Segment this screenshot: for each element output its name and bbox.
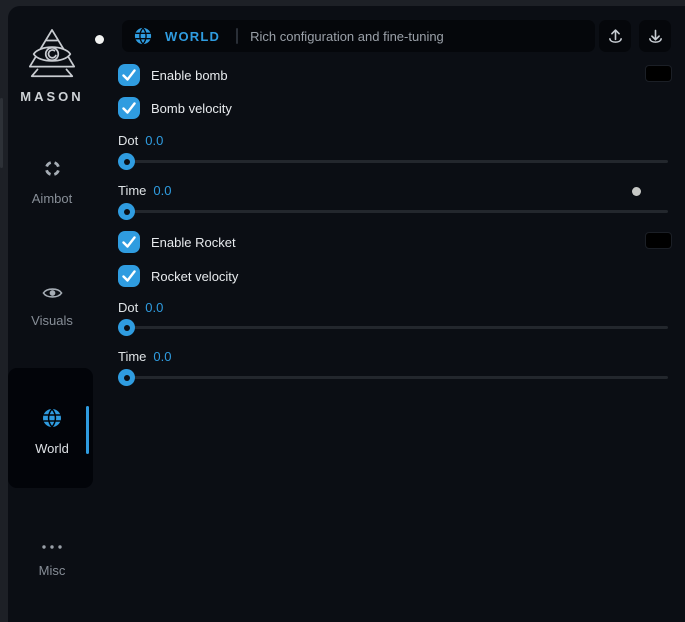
check-icon <box>118 265 140 287</box>
logo: MASON <box>0 28 104 104</box>
tab-description: Rich configuration and fine-tuning <box>250 29 444 44</box>
checkbox[interactable] <box>118 265 140 287</box>
crosshair-icon <box>43 159 62 178</box>
tab-header: WORLD Rich configuration and fine-tuning <box>122 20 595 52</box>
check-icon <box>118 64 140 86</box>
slider-track-bomb-time[interactable] <box>118 210 668 213</box>
sidebar-item-label: World <box>0 441 104 456</box>
sidebar-item-label: Visuals <box>0 313 104 328</box>
slider-handle[interactable] <box>118 319 135 336</box>
checkbox[interactable] <box>118 64 140 86</box>
import-config-button[interactable] <box>639 20 671 52</box>
toggle-rocket-velocity: Rocket velocity <box>118 265 238 287</box>
toggle-enable-bomb: Enable bomb <box>118 64 228 86</box>
slider-value: 0.0 <box>153 183 171 198</box>
toggle-label: Bomb velocity <box>151 101 232 116</box>
menu-window <box>8 6 685 622</box>
export-config-button[interactable] <box>599 20 631 52</box>
logo-text: MASON <box>0 89 104 104</box>
slider-label-bomb-time: Time 0.0 <box>118 182 171 198</box>
slider-track-rocket-dot[interactable] <box>118 326 668 329</box>
slider-label-rocket-dot: Dot 0.0 <box>118 299 163 315</box>
slider-value: 0.0 <box>145 300 163 315</box>
window-edge-highlight <box>0 98 3 168</box>
toggle-label: Enable Rocket <box>151 235 236 250</box>
slider-handle[interactable] <box>118 369 135 386</box>
toggle-label: Enable bomb <box>151 68 228 83</box>
slider-value: 0.0 <box>153 349 171 364</box>
slider-label-bomb-dot: Dot 0.0 <box>118 132 163 148</box>
sidebar-item-label: Misc <box>0 563 104 578</box>
checkbox[interactable] <box>118 231 140 253</box>
cursor-dot <box>95 35 104 44</box>
stray-dot <box>632 187 641 196</box>
sidebar-item-visuals[interactable]: Visuals <box>0 286 104 328</box>
sidebar-item-label: Aimbot <box>0 191 104 206</box>
ellipsis-icon <box>41 544 63 550</box>
bomb-color-swatch[interactable] <box>645 65 672 82</box>
globe-icon <box>134 27 152 45</box>
slider-handle[interactable] <box>118 203 135 220</box>
slider-value: 0.0 <box>145 133 163 148</box>
slider-track-bomb-dot[interactable] <box>118 160 668 163</box>
toggle-bomb-velocity: Bomb velocity <box>118 97 232 119</box>
toggle-label: Rocket velocity <box>151 269 238 284</box>
download-icon <box>647 28 664 45</box>
checkbox[interactable] <box>118 97 140 119</box>
app-window: MASON Aimbot Visuals World Misc <box>0 0 685 622</box>
slider-handle[interactable] <box>118 153 135 170</box>
sidebar-item-misc[interactable]: Misc <box>0 537 104 578</box>
check-icon <box>118 231 140 253</box>
header-divider <box>236 28 238 44</box>
sidebar-item-world[interactable]: World <box>0 408 104 456</box>
sidebar-item-aimbot[interactable]: Aimbot <box>0 159 104 206</box>
upload-icon <box>607 28 624 45</box>
toggle-enable-rocket: Enable Rocket <box>118 231 236 253</box>
eye-icon <box>42 286 63 300</box>
globe-icon <box>42 408 62 428</box>
check-icon <box>118 97 140 119</box>
mason-logo-icon <box>24 28 80 82</box>
rocket-color-swatch[interactable] <box>645 232 672 249</box>
slider-track-rocket-time[interactable] <box>118 376 668 379</box>
tab-title: WORLD <box>165 29 220 44</box>
slider-label-rocket-time: Time 0.0 <box>118 348 171 364</box>
